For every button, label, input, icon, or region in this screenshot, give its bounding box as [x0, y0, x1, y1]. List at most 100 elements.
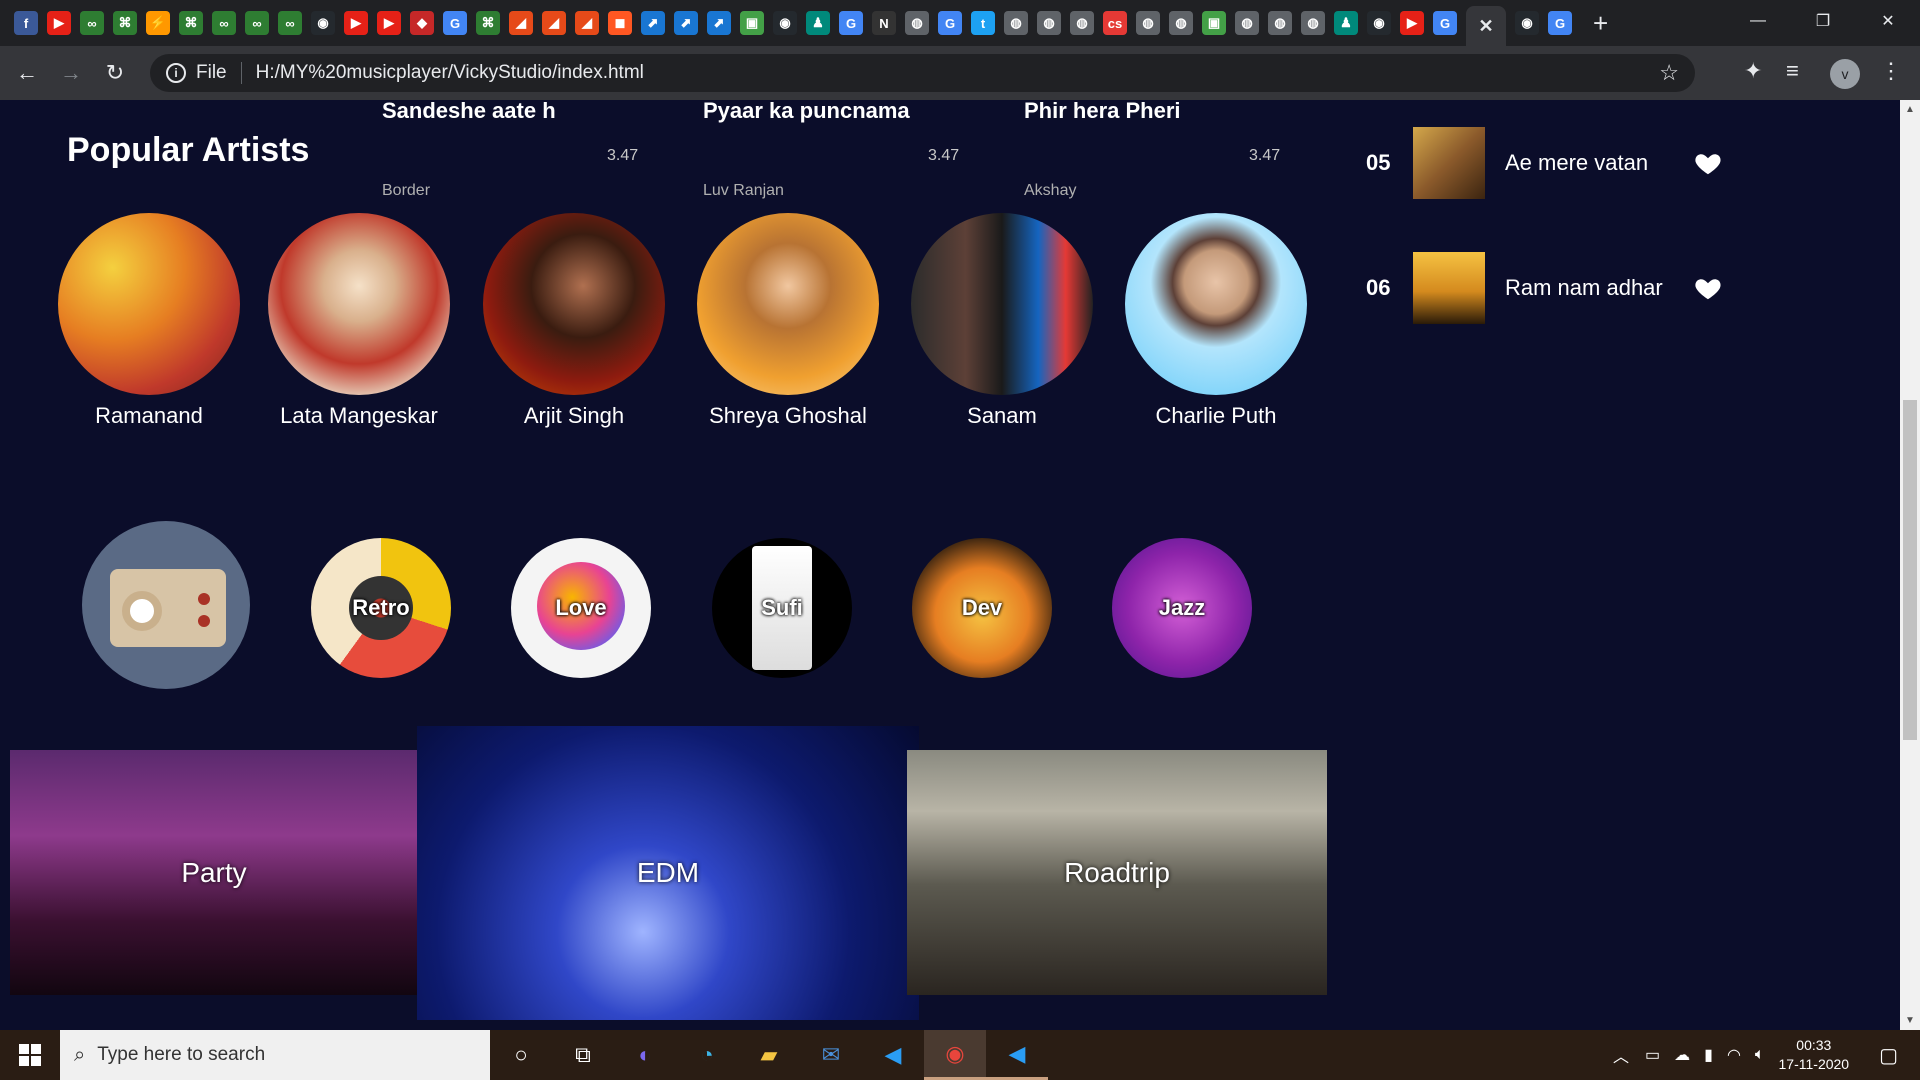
tab-favicon[interactable]: t	[971, 11, 995, 35]
queue-item[interactable]: 05 Ae mere vatan	[1366, 127, 1726, 199]
tab-favicon[interactable]: ◢	[575, 11, 599, 35]
edge-icon[interactable]: ◔	[676, 1030, 738, 1080]
tab-favicon[interactable]: ▶	[1400, 11, 1424, 35]
minimize-button[interactable]: —	[1735, 6, 1781, 36]
artist-card-sanam[interactable]: Sanam	[911, 213, 1093, 429]
clock[interactable]: 00:33 17-11-2020	[1779, 1036, 1850, 1074]
song-card-title[interactable]: Pyaar ka puncnama	[703, 100, 910, 124]
eclipse-icon[interactable]: ◐	[614, 1030, 676, 1080]
tab-favicon[interactable]: ⬈	[707, 11, 731, 35]
battery-icon[interactable]: ▮	[1704, 1045, 1713, 1065]
address-bar[interactable]: i File H:/MY%20musicplayer/VickyStudio/i…	[150, 54, 1695, 92]
tab-favicon[interactable]: ◢	[542, 11, 566, 35]
tab-favicon[interactable]: ∞	[212, 11, 236, 35]
scroll-down-arrow-icon[interactable]: ▼	[1900, 1015, 1920, 1026]
genre-jazz[interactable]: Jazz	[1112, 538, 1252, 678]
site-info-icon[interactable]: i	[166, 63, 186, 83]
device-icon[interactable]: ▭	[1645, 1045, 1660, 1065]
mail-icon[interactable]: ✉	[800, 1030, 862, 1080]
scroll-up-arrow-icon[interactable]: ▲	[1900, 104, 1920, 115]
tab-favicon[interactable]: ▶	[377, 11, 401, 35]
tab-favicon[interactable]: ▣	[1202, 11, 1226, 35]
tab-favicon[interactable]: N	[872, 11, 896, 35]
scroll-thumb[interactable]	[1903, 400, 1917, 740]
tab-favicon[interactable]: ◼	[608, 11, 632, 35]
tab-favicon[interactable]: ∞	[80, 11, 104, 35]
mood-roadtrip[interactable]: Roadtrip	[907, 750, 1327, 995]
tab-favicon[interactable]: ⌘	[113, 11, 137, 35]
wifi-icon[interactable]: ◠	[1727, 1045, 1741, 1065]
queue-item[interactable]: 06 Ram nam adhar	[1366, 252, 1726, 324]
show-hidden-icons-chevron-icon[interactable]: ︿	[1613, 1043, 1629, 1067]
taskbar-search[interactable]: ⌕ Type here to search	[60, 1030, 490, 1080]
tab-favicon[interactable]: ⬈	[641, 11, 665, 35]
vscode-icon[interactable]: ◀	[862, 1030, 924, 1080]
tab-favicon[interactable]: ◉	[773, 11, 797, 35]
notifications-icon[interactable]: ▢	[1879, 1043, 1898, 1068]
genre-dev[interactable]: Dev	[912, 538, 1052, 678]
onedrive-icon[interactable]: ☁	[1674, 1045, 1690, 1065]
chrome-icon[interactable]: ◉	[924, 1030, 986, 1080]
mood-party[interactable]: Party	[10, 750, 418, 995]
tab-favicon[interactable]: ∞	[245, 11, 269, 35]
close-tab-icon[interactable]: ✕	[1466, 6, 1506, 46]
tab-favicon[interactable]: ♟	[1334, 11, 1358, 35]
tab-favicon[interactable]: G	[839, 11, 863, 35]
tab-favicon[interactable]: ◍	[1004, 11, 1028, 35]
file-explorer-icon[interactable]: ▰	[738, 1030, 800, 1080]
artist-card-shreya-ghoshal[interactable]: Shreya Ghoshal	[697, 213, 879, 429]
tab-favicon[interactable]: ⚡	[146, 11, 170, 35]
tab-favicon[interactable]: G	[1433, 11, 1457, 35]
artist-card-arjit-singh[interactable]: Arjit Singh	[483, 213, 665, 429]
reload-button[interactable]: ↻	[98, 56, 132, 90]
forward-button[interactable]: →	[54, 56, 88, 90]
tab-favicon[interactable]: cs	[1103, 11, 1127, 35]
genre-retro[interactable]: Retro	[311, 538, 451, 678]
new-tab-button[interactable]: +	[1593, 8, 1608, 39]
genre-love[interactable]: Love	[511, 538, 651, 678]
tab-favicon[interactable]: f	[14, 11, 38, 35]
tab-favicon[interactable]: ◢	[509, 11, 533, 35]
tab-favicon[interactable]: ◍	[1169, 11, 1193, 35]
tab-favicon[interactable]: G	[1548, 11, 1572, 35]
heart-icon[interactable]	[1693, 273, 1723, 303]
tab-favicon[interactable]: ▶	[344, 11, 368, 35]
volume-icon[interactable]: 🔈︎	[1755, 1046, 1765, 1064]
task-view-icon[interactable]: ⧉	[552, 1030, 614, 1080]
tab-favicon[interactable]: ◆	[410, 11, 434, 35]
tab-favicon[interactable]: ◍	[1268, 11, 1292, 35]
close-window-button[interactable]: ✕	[1865, 6, 1911, 36]
tab-favicon[interactable]: ◉	[1367, 11, 1391, 35]
tab-favicon[interactable]: ⌘	[179, 11, 203, 35]
page-scrollbar[interactable]: ▲ ▼	[1900, 100, 1920, 1030]
tab-favicon[interactable]: ⌘	[476, 11, 500, 35]
tab-favicon[interactable]: ◍	[1301, 11, 1325, 35]
artist-card-charlie-puth[interactable]: Charlie Puth	[1125, 213, 1307, 429]
tab-favicon[interactable]: ⬈	[674, 11, 698, 35]
tab-favicon[interactable]: ◍	[1070, 11, 1094, 35]
mood-edm[interactable]: EDM	[417, 726, 919, 1020]
tab-favicon[interactable]: G	[938, 11, 962, 35]
genre-radio[interactable]	[82, 521, 250, 689]
tab-favicon[interactable]: ◍	[1037, 11, 1061, 35]
tab-favicon[interactable]: ◉	[311, 11, 335, 35]
tab-favicon[interactable]: ◉	[1515, 11, 1539, 35]
maximize-button[interactable]: ❐	[1800, 6, 1846, 36]
url-text[interactable]: H:/MY%20musicplayer/VickyStudio/index.ht…	[256, 62, 644, 84]
vscode-running-icon[interactable]: ◀	[986, 1030, 1048, 1080]
bookmark-star-icon[interactable]: ☆	[1659, 60, 1679, 86]
tab-favicon[interactable]: ∞	[278, 11, 302, 35]
extensions-icon[interactable]: ✦	[1744, 58, 1762, 84]
start-button[interactable]	[0, 1030, 60, 1080]
tab-favicon[interactable]: ▶	[47, 11, 71, 35]
cortana-icon[interactable]: ○	[490, 1030, 552, 1080]
back-button[interactable]: ←	[10, 56, 44, 90]
artist-card-lata-mangeskar[interactable]: Lata Mangeskar	[268, 213, 450, 429]
genre-sufi[interactable]: Sufi	[712, 538, 852, 678]
tab-favicon[interactable]: ◍	[905, 11, 929, 35]
tab-favicon[interactable]: ◍	[1136, 11, 1160, 35]
media-control-icon[interactable]: ≡	[1786, 58, 1799, 84]
tab-favicon[interactable]: ♟	[806, 11, 830, 35]
tab-favicon[interactable]: G	[443, 11, 467, 35]
profile-avatar[interactable]: v	[1830, 59, 1860, 89]
